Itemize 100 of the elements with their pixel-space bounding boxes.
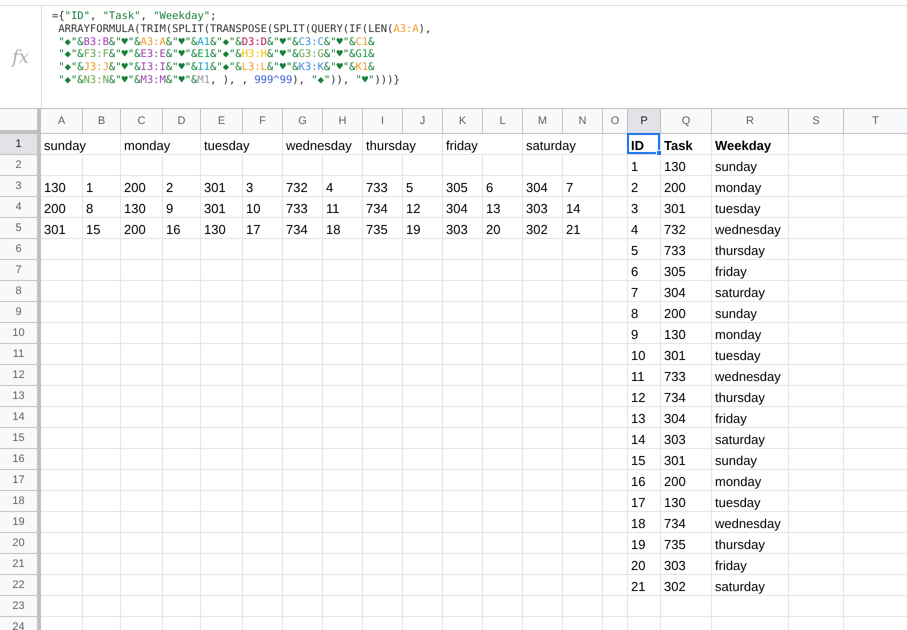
empty-cell[interactable] (243, 344, 283, 365)
empty-cell[interactable] (523, 575, 563, 596)
table-cell[interactable]: 305 (661, 260, 712, 281)
empty-cell[interactable] (603, 407, 628, 428)
table-cell[interactable]: friday (712, 260, 789, 281)
formula-text[interactable]: ={"ID", "Task", "Weekday"; ARRAYFORMULA(TRIM(SPLIT(TRANSPOSE(SPLIT(QUERY(IF(LEN(A3:A), "◆"&B3:B&"♥"&A3:A&"♥"&A1&"◆"&D3:D&"♥"&C3:C&"♥"&C1& "◆"&F3:F&"♥"&E3:E&"♥"&E1&"◆"&H3:H&"♥"&G3:G&"♥"&G1& "◆"&J3:J&"♥"&I3:I&"♥"&I1&"◆"&L3:L&"♥"&K3:K&"♥"&K1& "◆"&N3:N&"♥"&M3:M&"♥"&M1, ), , 999^99), "◆")), "♥")))} (42, 6, 432, 108)
empty-cell[interactable] (563, 512, 603, 533)
empty-cell[interactable] (443, 260, 483, 281)
empty-cell[interactable] (403, 449, 443, 470)
empty-cell[interactable] (483, 596, 523, 617)
table-cell[interactable]: 303 (661, 554, 712, 575)
empty-cell[interactable] (363, 512, 403, 533)
table-cell[interactable]: 12 (403, 197, 443, 218)
table-cell[interactable]: monday (712, 470, 789, 491)
empty-cell[interactable] (201, 554, 243, 575)
empty-cell[interactable] (323, 533, 363, 554)
table-cell[interactable]: 16 (628, 470, 661, 491)
row-header[interactable]: 21 (0, 554, 41, 575)
empty-cell[interactable] (789, 533, 844, 554)
table-cell[interactable]: friday (712, 407, 789, 428)
empty-cell[interactable] (283, 344, 323, 365)
empty-cell[interactable] (483, 491, 523, 512)
row-header[interactable]: 4 (0, 197, 41, 218)
empty-cell[interactable] (443, 344, 483, 365)
table-cell[interactable]: 5 (628, 239, 661, 260)
empty-cell[interactable] (603, 176, 628, 197)
table-cell[interactable]: 21 (628, 575, 661, 596)
table-cell[interactable]: wednesday (712, 512, 789, 533)
empty-cell[interactable] (201, 596, 243, 617)
row-header[interactable]: 2 (0, 155, 41, 176)
column-header[interactable]: I (363, 109, 403, 134)
empty-cell[interactable] (563, 428, 603, 449)
empty-cell[interactable] (121, 323, 163, 344)
empty-cell[interactable] (243, 575, 283, 596)
empty-cell[interactable] (243, 470, 283, 491)
table-cell[interactable]: monday (712, 323, 789, 344)
empty-cell[interactable] (121, 491, 163, 512)
empty-cell[interactable] (243, 386, 283, 407)
empty-cell[interactable] (403, 239, 443, 260)
empty-cell[interactable] (443, 281, 483, 302)
table-cell[interactable]: 734 (661, 512, 712, 533)
empty-cell[interactable] (363, 323, 403, 344)
row-header[interactable]: 6 (0, 239, 41, 260)
empty-cell[interactable] (283, 365, 323, 386)
empty-cell[interactable] (283, 512, 323, 533)
empty-cell[interactable] (403, 512, 443, 533)
empty-cell[interactable] (83, 491, 121, 512)
column-header[interactable]: J (403, 109, 443, 134)
row-header[interactable]: 23 (0, 596, 41, 617)
empty-cell[interactable] (363, 407, 403, 428)
empty-cell[interactable] (323, 344, 363, 365)
empty-cell[interactable] (603, 533, 628, 554)
empty-cell[interactable] (603, 491, 628, 512)
table-cell[interactable]: 4 (628, 218, 661, 239)
empty-cell[interactable] (83, 365, 121, 386)
empty-cell[interactable] (523, 554, 563, 575)
empty-cell[interactable] (483, 239, 523, 260)
empty-cell[interactable] (163, 428, 201, 449)
empty-cell[interactable] (201, 239, 243, 260)
empty-cell[interactable] (201, 470, 243, 491)
empty-cell[interactable] (201, 302, 243, 323)
empty-cell[interactable] (523, 323, 563, 344)
table-cell[interactable]: sunday (712, 449, 789, 470)
table-cell[interactable]: 3 (628, 197, 661, 218)
empty-cell[interactable] (403, 470, 443, 491)
empty-cell[interactable] (563, 491, 603, 512)
empty-cell[interactable] (563, 470, 603, 491)
empty-cell[interactable] (201, 281, 243, 302)
empty-cell[interactable] (523, 428, 563, 449)
empty-cell[interactable] (243, 512, 283, 533)
empty-cell[interactable] (323, 596, 363, 617)
empty-cell[interactable] (363, 155, 403, 176)
table-cell[interactable]: sunday (41, 134, 121, 155)
empty-cell[interactable] (563, 323, 603, 344)
empty-cell[interactable] (323, 512, 363, 533)
empty-cell[interactable] (283, 533, 323, 554)
empty-cell[interactable] (243, 554, 283, 575)
empty-cell[interactable] (201, 386, 243, 407)
empty-cell[interactable] (563, 239, 603, 260)
empty-cell[interactable] (201, 512, 243, 533)
empty-cell[interactable] (603, 302, 628, 323)
empty-cell[interactable] (243, 407, 283, 428)
table-cell[interactable]: saturday (523, 134, 603, 155)
column-header[interactable]: H (323, 109, 363, 134)
empty-cell[interactable] (363, 491, 403, 512)
table-cell[interactable]: 14 (628, 428, 661, 449)
empty-cell[interactable] (243, 428, 283, 449)
empty-cell[interactable] (443, 239, 483, 260)
empty-cell[interactable] (83, 323, 121, 344)
empty-cell[interactable] (483, 260, 523, 281)
empty-cell[interactable] (483, 449, 523, 470)
row-header[interactable]: 3 (0, 176, 41, 197)
table-cell[interactable]: friday (443, 134, 523, 155)
column-header[interactable]: E (201, 109, 243, 134)
table-cell[interactable]: sunday (712, 302, 789, 323)
empty-cell[interactable] (443, 386, 483, 407)
empty-cell[interactable] (121, 449, 163, 470)
empty-cell[interactable] (163, 554, 201, 575)
empty-cell[interactable] (363, 365, 403, 386)
empty-cell[interactable] (83, 302, 121, 323)
